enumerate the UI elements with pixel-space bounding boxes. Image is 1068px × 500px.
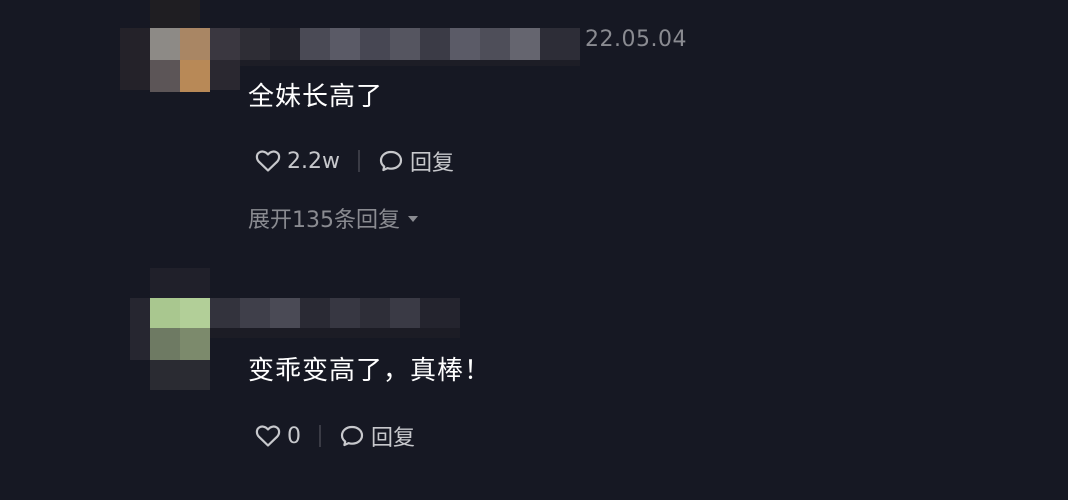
like-button[interactable]: 0 bbox=[255, 424, 301, 449]
comment-bubble-icon bbox=[378, 149, 404, 173]
comment-actions: 2.2w 回复 bbox=[255, 145, 454, 177]
comment-actions: 0 回复 bbox=[255, 420, 415, 452]
caret-down-icon bbox=[408, 216, 418, 222]
like-count: 2.2w bbox=[287, 148, 340, 174]
action-divider bbox=[357, 150, 360, 172]
comments-screen: 22.05.04 全妹长高了 2.2w 回复 展开135条回复 变乖变高了，真棒… bbox=[0, 0, 1068, 500]
reply-label: 回复 bbox=[371, 426, 416, 451]
action-divider bbox=[319, 425, 321, 447]
heart-icon bbox=[255, 149, 281, 173]
reply-button[interactable]: 回复 bbox=[378, 145, 454, 177]
comment-timestamp: 22.05.04 bbox=[585, 27, 687, 52]
comment-bubble-icon bbox=[339, 424, 365, 448]
heart-icon bbox=[255, 424, 281, 448]
comment-text: 全妹长高了 bbox=[248, 82, 384, 112]
comment-text: 变乖变高了，真棒！ bbox=[248, 356, 492, 386]
reply-button[interactable]: 回复 bbox=[339, 420, 415, 452]
reply-label: 回复 bbox=[409, 151, 454, 176]
like-count: 0 bbox=[287, 423, 301, 449]
like-button[interactable]: 2.2w bbox=[255, 149, 340, 174]
expand-replies-button[interactable]: 展开135条回复 bbox=[248, 202, 418, 234]
expand-replies-label: 展开135条回复 bbox=[248, 208, 400, 233]
